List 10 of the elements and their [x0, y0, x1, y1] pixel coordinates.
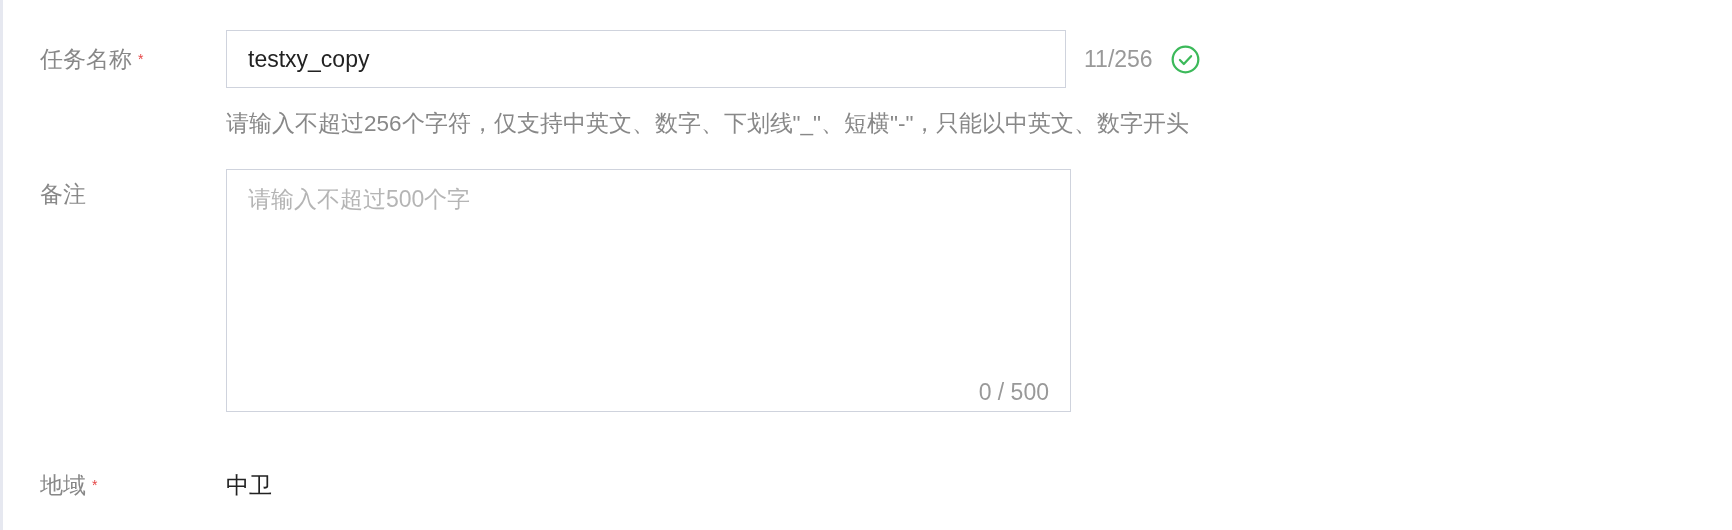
field-label: 任务名称	[40, 45, 132, 74]
field-label: 备注	[40, 180, 86, 209]
hint-text: 请输入不超过256个字符，仅支持中英文、数字、下划线"_"、短横"-"，只能以中英文、数字开头	[226, 110, 1191, 138]
character-counter: 0 / 500	[978, 379, 1049, 406]
character-counter: 11/256	[1084, 45, 1153, 73]
required-mark: *	[92, 476, 98, 495]
task-name-field[interactable]: testxy_copy	[226, 30, 1066, 88]
field-label: 地域	[40, 471, 86, 500]
required-mark: *	[138, 50, 144, 69]
region-value: 中卫	[226, 472, 272, 498]
